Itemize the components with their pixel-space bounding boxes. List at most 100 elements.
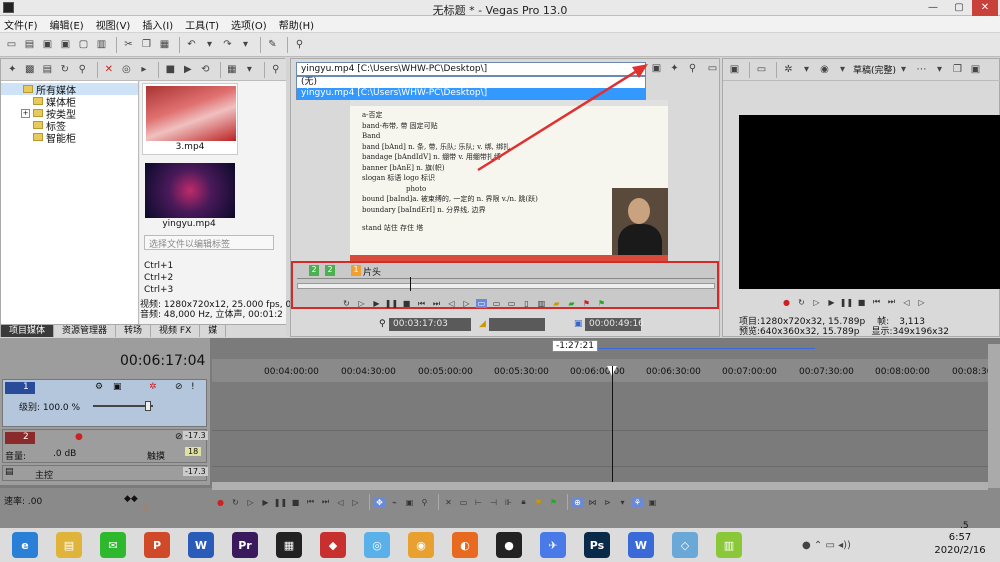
next-frame-icon[interactable]: ▷: [350, 498, 361, 507]
pause-icon[interactable]: ❚❚: [840, 298, 853, 307]
solo-icon[interactable]: !: [191, 382, 195, 392]
timeline-ruler[interactable]: 00:04:00:00 00:04:30:00 00:05:00:00 00:0…: [212, 359, 1000, 381]
qq-taskbar-icon[interactable]: ●: [496, 532, 522, 558]
overlays-icon[interactable]: ⋯: [914, 62, 929, 77]
ruler-tick-label: 00:05:30:00: [494, 367, 549, 377]
premiere-taskbar-icon[interactable]: Pr: [232, 532, 258, 558]
mute-icon[interactable]: ⊘: [175, 432, 183, 442]
prev-frame-icon[interactable]: ◁: [335, 498, 346, 507]
video-preview-panel: ▣ ▭ ✲ ▾ ◉ ▾ 草稿(完整) ▾ ⋯ ▾ ❐ ▣ ● ↻ ▷ ▶ ❚❚ …: [722, 58, 1000, 337]
project-properties-icon[interactable]: ▣: [727, 62, 742, 77]
preview-quality-select[interactable]: 草稿(完整): [853, 63, 896, 76]
level-slider[interactable]: [93, 405, 153, 407]
word-taskbar-icon[interactable]: W: [188, 532, 214, 558]
file-explorer-taskbar-icon[interactable]: ▤: [56, 532, 82, 558]
quality-dropdown-icon[interactable]: ▾: [896, 62, 911, 77]
save-snapshot-icon[interactable]: ▣: [968, 62, 983, 77]
go-end-icon[interactable]: ⏭: [886, 297, 897, 307]
wps-taskbar-icon[interactable]: ◆: [320, 532, 346, 558]
mute-icon[interactable]: ⊘: [175, 382, 183, 392]
info-label: 预览:: [739, 327, 761, 337]
chrome-taskbar-icon[interactable]: ◉: [408, 532, 434, 558]
trim-end-icon[interactable]: ⊣: [488, 498, 499, 507]
stop-icon[interactable]: ■: [290, 498, 301, 507]
level-slider-thumb[interactable]: [145, 401, 151, 411]
master-label: 主控: [35, 471, 54, 481]
firefox-taskbar-icon[interactable]: ◐: [452, 532, 478, 558]
timeline-horizontal-scrollbar[interactable]: [212, 482, 988, 490]
timeline-vertical-scrollbar[interactable]: [988, 344, 1000, 488]
info-value: 349x196x32: [892, 327, 949, 337]
info-value: 3,113: [899, 317, 925, 327]
fx-icon[interactable]: ✲: [781, 62, 796, 77]
normal-edit-tool-icon[interactable]: ✥: [374, 497, 385, 507]
powerpoint-taskbar-icon[interactable]: P: [144, 532, 170, 558]
master-bus-header[interactable]: ▤ 主控 -17.3: [2, 465, 208, 481]
external-monitor-icon[interactable]: ▭: [754, 62, 769, 77]
envelope-tool-icon[interactable]: ⌁: [389, 498, 400, 507]
play-from-start-icon[interactable]: ▷: [245, 498, 256, 507]
ripple-icon[interactable]: ⊳: [602, 498, 613, 507]
audio-track-header[interactable]: 2 ● ⊘ -17.3 音量: .0 dB 触摸 18: [2, 429, 208, 463]
vegas-taskbar-icon[interactable]: ▦: [276, 532, 302, 558]
lock-envelopes-icon[interactable]: ⚘: [632, 497, 643, 507]
trim-icon[interactable]: ▭: [458, 498, 469, 507]
split-screen-icon[interactable]: ◉: [817, 62, 832, 77]
photoshop-taskbar-icon[interactable]: Ps: [584, 532, 610, 558]
rate-slider-handle[interactable]: ◆◆: [124, 494, 138, 504]
copy-snapshot-icon[interactable]: ❐: [950, 62, 965, 77]
split-dropdown-icon[interactable]: ▾: [835, 62, 850, 77]
record-icon[interactable]: ●: [215, 498, 226, 507]
stop-icon[interactable]: ■: [856, 298, 867, 307]
pan-label[interactable]: 触摸: [147, 449, 165, 462]
overlays-dropdown-icon[interactable]: ▾: [932, 62, 947, 77]
arm-record-icon[interactable]: ●: [75, 432, 83, 442]
selection-tool-icon[interactable]: ▣: [404, 498, 415, 507]
audio-peak-right: 18: [185, 447, 202, 456]
go-end-icon[interactable]: ⏭: [320, 497, 331, 507]
loop-icon[interactable]: ↻: [230, 498, 241, 507]
next-frame-icon[interactable]: ▷: [916, 298, 927, 307]
fx-dropdown-icon[interactable]: ▾: [799, 62, 814, 77]
timeline-timecode[interactable]: 00:06:17:04: [120, 353, 205, 369]
preview-screen: [739, 115, 1000, 289]
browser-360-taskbar-icon[interactable]: e: [12, 532, 38, 558]
marker-icon[interactable]: ⚑: [533, 498, 544, 507]
zoom-tool-icon[interactable]: ⚲: [419, 498, 430, 507]
audio-track-lane[interactable]: [212, 431, 988, 467]
timeline-transport: ● ↻ ▷ ▶ ❚❚ ■ ⏮ ⏭ ◁ ▷ ✥ ⌁ ▣ ⚲ ✕ ▭ ⊢ ⊣ ⊪ 🔒…: [215, 494, 735, 510]
video-track-lane[interactable]: [212, 381, 988, 431]
trim-start-icon[interactable]: ⊢: [473, 498, 484, 507]
feishu-taskbar-icon[interactable]: ✈: [540, 532, 566, 558]
record-icon[interactable]: ●: [781, 298, 792, 307]
notepad-taskbar-icon[interactable]: ▥: [716, 532, 742, 558]
track-motion-icon[interactable]: ▣: [113, 382, 122, 392]
play-from-start-icon[interactable]: ▷: [811, 298, 822, 307]
go-start-icon[interactable]: ⏮: [305, 497, 316, 507]
wechat-taskbar-icon[interactable]: ✉: [100, 532, 126, 558]
notes-taskbar-icon[interactable]: ◇: [672, 532, 698, 558]
system-tray-icons[interactable]: ● ⌃ ▭ ◂)): [802, 540, 851, 551]
taskbar-clock[interactable]: 6:57 2020/2/16: [930, 531, 990, 557]
play-icon[interactable]: ▶: [826, 298, 837, 307]
qq-browser-taskbar-icon[interactable]: ◎: [364, 532, 390, 558]
play-icon[interactable]: ▶: [260, 498, 271, 507]
split-icon[interactable]: ⊪: [503, 498, 514, 507]
video-track-header[interactable]: 1 ⚙ ▣ ✲ ⊘ ! 级别: 100.0 %: [2, 379, 207, 427]
track-headers: 1 ⚙ ▣ ✲ ⊘ ! 级别: 100.0 % 2 ● ⊘ -17.3 音量: …: [0, 377, 210, 485]
delete-icon[interactable]: ✕: [443, 498, 454, 507]
ripple-dropdown-icon[interactable]: ▾: [617, 498, 628, 507]
lock-icon[interactable]: 🔒︎: [518, 497, 529, 507]
ignore-grouping-icon[interactable]: ▣: [647, 498, 658, 507]
pause-icon[interactable]: ❚❚: [274, 498, 287, 507]
prev-frame-icon[interactable]: ◁: [901, 298, 912, 307]
timeline-tracks[interactable]: [212, 381, 988, 488]
snapping-icon[interactable]: ⊕: [572, 497, 583, 507]
wps-office-taskbar-icon[interactable]: W: [628, 532, 654, 558]
loop-icon[interactable]: ↻: [796, 298, 807, 307]
track-effects-icon[interactable]: ✲: [149, 382, 157, 392]
region-icon[interactable]: ⚑: [548, 498, 559, 507]
go-start-icon[interactable]: ⏮: [871, 297, 882, 307]
track-fx-icon[interactable]: ⚙: [95, 382, 103, 392]
auto-crossfade-icon[interactable]: ⋈: [587, 498, 598, 507]
